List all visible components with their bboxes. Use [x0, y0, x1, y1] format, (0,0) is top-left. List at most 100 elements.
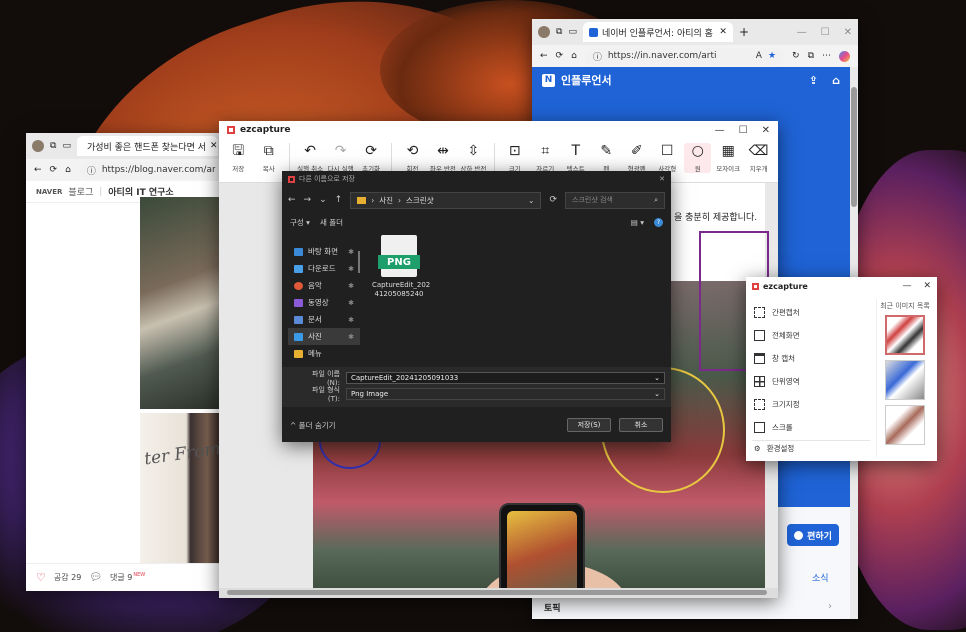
comment-icon[interactable]: 💬︎: [89, 572, 102, 583]
sidebar-item-pictures[interactable]: 사진 ✱: [288, 328, 360, 345]
help-icon[interactable]: ?: [654, 217, 663, 227]
news-label[interactable]: 소식: [812, 571, 829, 584]
scrollbar-thumb[interactable]: [227, 590, 767, 595]
view-options-icon[interactable]: ▤ ▾: [631, 218, 644, 227]
chevron-down-icon[interactable]: ⌄: [319, 195, 327, 205]
menu-item-unit-area[interactable]: 단위영역: [752, 370, 870, 393]
menu-item-scroll[interactable]: 스크롤: [752, 416, 870, 439]
eraser-tool-button[interactable]: ⌫ 지우개: [745, 143, 771, 173]
flip-vertical-tool-button[interactable]: ⇳ 상하 반전: [460, 143, 486, 173]
up-icon[interactable]: ↑: [335, 195, 343, 205]
minimize-button[interactable]: —: [715, 125, 725, 136]
pin-icon[interactable]: ✱: [348, 282, 354, 290]
filetype-select[interactable]: Png Image ⌄: [346, 388, 665, 400]
scrollbar-thumb[interactable]: [851, 87, 857, 207]
profile-avatar-icon[interactable]: [32, 140, 44, 152]
close-tab-icon[interactable]: ✕: [210, 141, 218, 151]
forward-icon[interactable]: →: [304, 195, 312, 205]
pin-icon[interactable]: ✱: [348, 316, 354, 324]
blog-brand-sub[interactable]: 블로그: [68, 185, 93, 198]
new-folder-button[interactable]: 새 폴더: [320, 217, 343, 228]
back-icon[interactable]: ←: [34, 165, 42, 175]
text-tool-button[interactable]: T 텍스트: [563, 143, 589, 173]
save-button[interactable]: 저장(S): [567, 418, 611, 432]
naver-brand[interactable]: NAVER: [36, 188, 62, 196]
browser-window-blog[interactable]: ⧉ ▭ 가성비 좋은 핸드폰 찾는다면 서 ✕ ← ⟳ ⌂ ⓘ https://…: [26, 133, 224, 591]
settings-button[interactable]: ⚙ 환경설정: [754, 443, 794, 454]
home-icon[interactable]: ⌂: [571, 51, 577, 61]
collections-icon[interactable]: ⧉: [808, 51, 814, 61]
chevron-down-icon[interactable]: ⌄: [654, 390, 660, 398]
maximize-button[interactable]: ☐: [739, 125, 748, 136]
comment-count[interactable]: 댓글 9: [110, 572, 132, 583]
reset-tool-button[interactable]: ⟳ 초기화: [358, 143, 384, 173]
menu-item-fullscreen[interactable]: 전체화면: [752, 324, 870, 347]
home-icon[interactable]: ⌂: [65, 165, 71, 175]
sidebar-item-documents[interactable]: 문서 ✱: [288, 311, 360, 328]
chevron-down-icon[interactable]: ⌄: [528, 196, 534, 205]
sidebar-item-menu[interactable]: 메뉴: [288, 345, 360, 362]
search-input[interactable]: 스크린샷 검색 ⌕: [565, 191, 665, 209]
organize-button[interactable]: 구성 ▾: [290, 217, 310, 228]
tab-influencer[interactable]: 네이버 인플루언서: 아티의 홈 ✕: [582, 22, 733, 42]
favorite-star-icon[interactable]: ★: [768, 51, 776, 61]
path-leaf[interactable]: 스크린샷: [406, 195, 434, 206]
back-icon[interactable]: ←: [540, 51, 548, 61]
url-field[interactable]: ⓘ https://in.naver.com/arti A ★: [584, 47, 785, 65]
refresh-icon[interactable]: ⟳: [50, 165, 58, 175]
cancel-button[interactable]: 취소: [619, 418, 663, 432]
pin-icon[interactable]: ✱: [348, 265, 354, 273]
recent-thumbnail[interactable]: [885, 360, 925, 400]
close-button[interactable]: ✕: [923, 281, 931, 291]
sidebar-item-downloads[interactable]: 다운로드 ✱: [288, 260, 360, 277]
chevron-right-icon[interactable]: ›: [828, 601, 832, 612]
path-root[interactable]: 사진: [379, 195, 393, 206]
sidebar-scrollbar[interactable]: [358, 251, 360, 273]
hide-folders-button[interactable]: ^ 폴더 숨기기: [290, 420, 336, 431]
my-icon[interactable]: ⌂: [832, 74, 840, 87]
scrollbar[interactable]: [219, 588, 778, 598]
pin-icon[interactable]: ✱: [348, 333, 354, 341]
mosaic-tool-button[interactable]: ▦ 모자이크: [715, 143, 741, 173]
close-icon[interactable]: ✕: [659, 175, 665, 183]
refresh-icon[interactable]: ↻: [792, 51, 800, 61]
refresh-icon[interactable]: ⟳: [549, 195, 557, 205]
new-tab-icon[interactable]: +: [739, 25, 749, 39]
sidebar-item-videos[interactable]: 동영상 ✱: [288, 294, 360, 311]
redo-tool-button[interactable]: ↷ 다시 실행: [327, 143, 354, 173]
recent-thumbnail[interactable]: [885, 315, 925, 355]
sidebar-item-music[interactable]: 음악 ✱: [288, 277, 360, 294]
banner-title[interactable]: 인플루언서: [561, 72, 612, 88]
pen-tool-button[interactable]: ✎ 펜: [593, 143, 619, 173]
like-count[interactable]: 공감 29: [54, 572, 81, 583]
resize-tool-button[interactable]: ⊡ 크기: [502, 143, 528, 173]
maximize-button[interactable]: ☐: [821, 27, 830, 38]
tab-blog[interactable]: 가성비 좋은 핸드폰 찾는다면 서 ✕: [76, 136, 218, 156]
minimize-button[interactable]: —: [797, 27, 807, 38]
site-info-icon[interactable]: ⓘ: [87, 164, 96, 177]
chevron-down-icon[interactable]: ⌄: [654, 374, 660, 382]
highlighter-tool-button[interactable]: ✐ 형광펜: [623, 143, 649, 173]
naver-logo-icon[interactable]: N: [542, 73, 555, 87]
path-breadcrumb[interactable]: › 사진 › 스크린샷 ⌄: [350, 191, 542, 209]
more-icon[interactable]: ⋯: [822, 51, 831, 61]
refresh-icon[interactable]: ⟳: [556, 51, 564, 61]
menu-item-window-capture[interactable]: 창 캡처: [752, 347, 870, 370]
read-aloud-icon[interactable]: A: [756, 51, 762, 61]
share-icon[interactable]: ⇪: [809, 74, 818, 87]
copy-tool-button[interactable]: ⧉ 복사: [255, 143, 281, 173]
profile-avatar-icon[interactable]: [538, 26, 550, 38]
copilot-icon[interactable]: [839, 50, 850, 62]
save-as-dialog[interactable]: 다른 이름으로 저장 ✕ ← → ⌄ ↑ › 사진 › 스크린샷 ⌄ ⟳ 스크린…: [282, 171, 671, 442]
tab-actions-icon[interactable]: ▭: [568, 27, 577, 37]
pin-icon[interactable]: ✱: [348, 299, 354, 307]
back-icon[interactable]: ←: [288, 195, 296, 205]
menu-item-quick-capture[interactable]: 간편캡처: [752, 301, 870, 324]
undo-tool-button[interactable]: ↶ 실행 취소: [297, 143, 323, 173]
rectangle-tool-button[interactable]: ☐ 사각형: [654, 143, 680, 173]
flip-horizontal-tool-button[interactable]: ⇹ 좌우 반전: [430, 143, 456, 173]
close-tab-icon[interactable]: ✕: [719, 27, 727, 37]
edit-button[interactable]: 편하기: [787, 524, 839, 546]
close-button[interactable]: ✕: [762, 125, 770, 136]
menu-item-fixed-size[interactable]: 크기지정: [752, 393, 870, 416]
